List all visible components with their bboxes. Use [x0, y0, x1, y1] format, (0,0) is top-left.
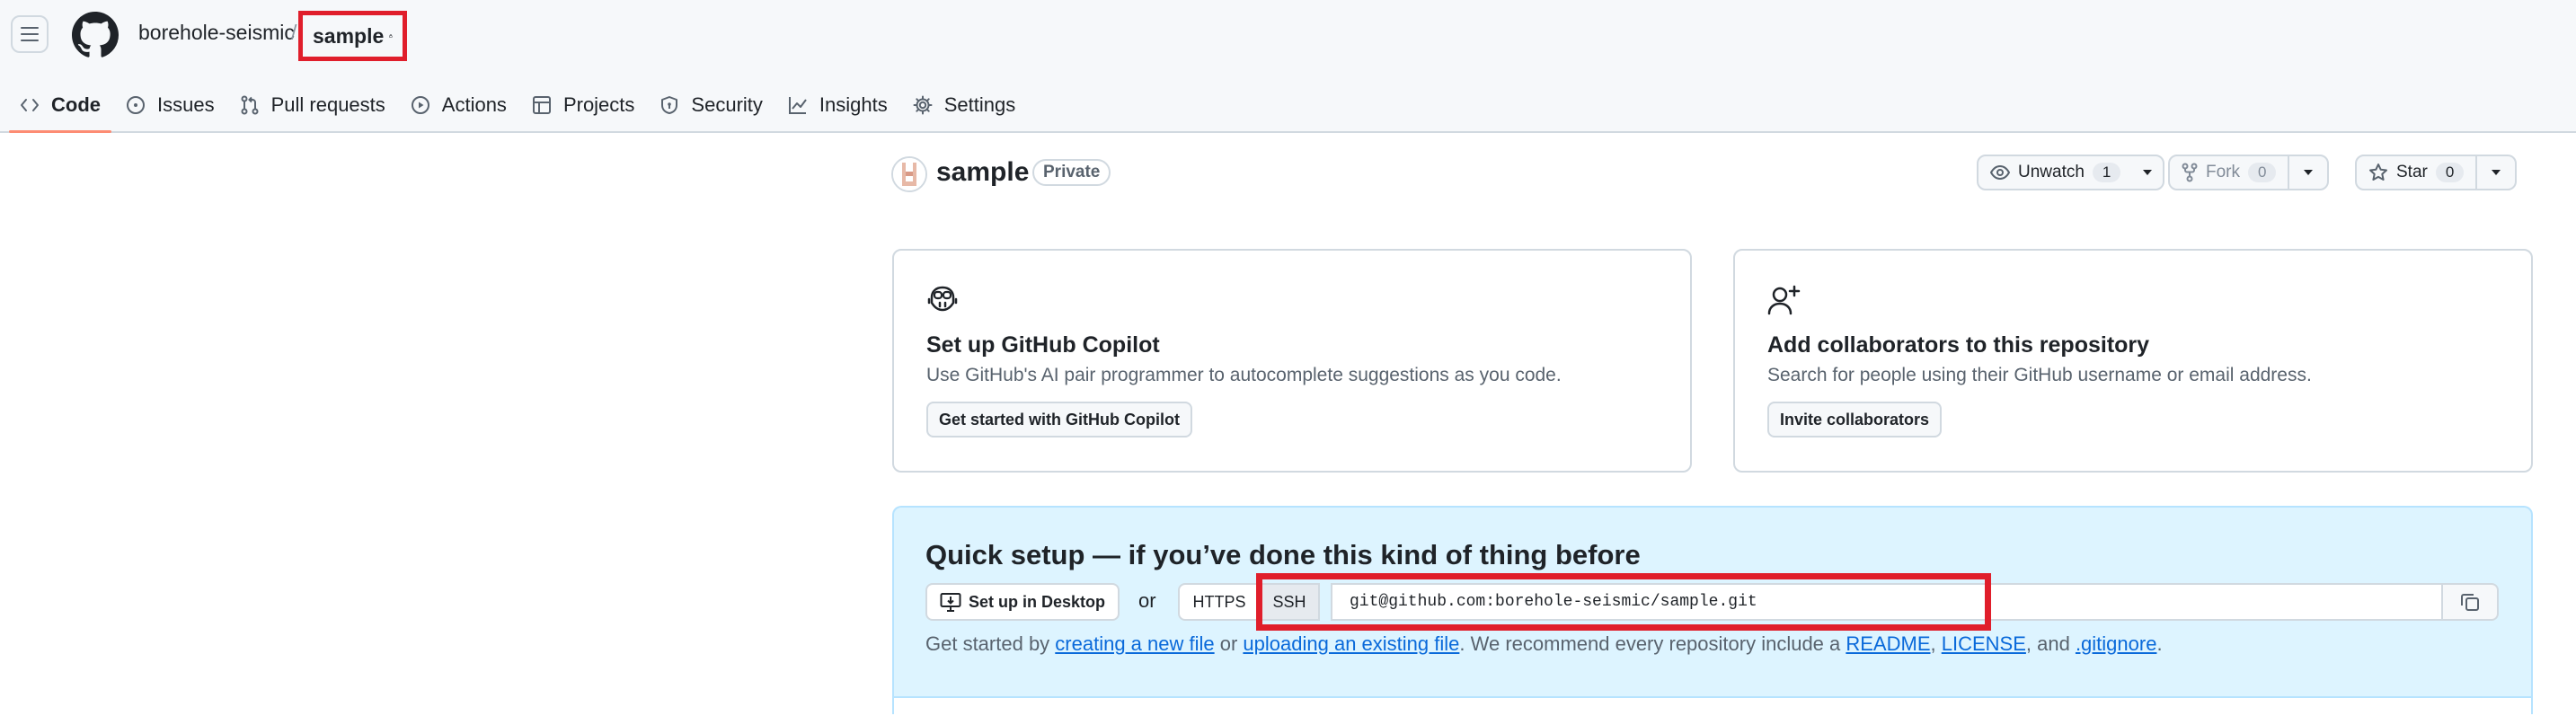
watch-count: 1 [2092, 163, 2121, 182]
play-icon [411, 96, 429, 114]
eye-icon [1990, 165, 2010, 180]
setup-in-desktop-label: Set up in Desktop [969, 592, 1106, 611]
star-dropdown-button[interactable] [2475, 156, 2515, 189]
fork-dropdown-button[interactable] [2288, 156, 2327, 189]
tab-insights-label: Insights [819, 93, 888, 116]
star-icon [2369, 164, 2387, 181]
visibility-badge: Private [1032, 159, 1111, 186]
breadcrumb-separator: / [291, 21, 297, 44]
github-logo-icon[interactable] [72, 12, 119, 58]
upload-existing-file-link[interactable]: uploading an existing file [1243, 632, 1459, 655]
fork-count: 0 [2248, 163, 2277, 182]
triangle-down-icon [2304, 170, 2314, 175]
tab-security[interactable]: Security [647, 79, 775, 131]
invite-collaborators-button[interactable]: Invite collaborators [1767, 402, 1943, 438]
setup-in-desktop-button[interactable]: Set up in Desktop [925, 583, 1120, 621]
watch-button-group: Unwatch 1 [1977, 155, 2165, 190]
create-new-file-link[interactable]: creating a new file [1055, 632, 1214, 655]
tab-insights[interactable]: Insights [775, 79, 900, 131]
quick-line-comma: , [1930, 632, 1942, 655]
menu-button[interactable] [11, 15, 49, 53]
tab-actions[interactable]: Actions [398, 79, 519, 131]
star-label: Star [2396, 163, 2428, 181]
tab-pull-requests[interactable]: Pull requests [227, 79, 398, 131]
collaborators-card-description: Search for people using their GitHub use… [1767, 365, 2312, 385]
triangle-down-icon [2143, 170, 2153, 175]
tab-projects[interactable]: Projects [519, 79, 647, 131]
tab-code[interactable]: Code [7, 79, 113, 133]
quick-setup-divider [894, 696, 2531, 716]
desktop-download-icon [940, 593, 961, 612]
quick-line-or: or [1214, 632, 1244, 655]
triangle-down-icon [2492, 170, 2501, 175]
collaborators-card-title: Add collaborators to this repository [1767, 332, 2150, 358]
license-link[interactable]: LICENSE [1942, 632, 2026, 655]
gitignore-link[interactable]: .gitignore [2076, 632, 2157, 655]
readme-link[interactable]: README [1846, 632, 1930, 655]
tab-issues[interactable]: Issues [113, 79, 227, 131]
quick-line-recommend: . We recommend every repository include … [1459, 632, 1846, 655]
watch-dropdown-button[interactable] [2132, 156, 2163, 189]
copilot-card: Set up GitHub Copilot Use GitHub's AI pa… [892, 249, 1692, 473]
or-text: or [1138, 589, 1156, 612]
tab-issues-label: Issues [157, 93, 215, 116]
person-add-icon [1767, 285, 1801, 315]
get-started-copilot-button[interactable]: Get started with GitHub Copilot [926, 402, 1192, 438]
quick-line-end: . [2156, 632, 2163, 655]
fork-label: Fork [2206, 163, 2240, 181]
gear-icon [913, 95, 933, 115]
tab-security-label: Security [691, 93, 763, 116]
quick-line-prefix: Get started by [925, 632, 1056, 655]
star-button[interactable]: Star 0 [2357, 156, 2475, 189]
tab-actions-label: Actions [441, 93, 507, 116]
git-pull-request-icon [241, 95, 259, 115]
clone-url-input[interactable] [1331, 583, 2443, 621]
repo-title[interactable]: sample [936, 157, 1029, 188]
repo-nav: Code Issues Pull requests Actions Projec… [7, 79, 1029, 133]
tab-settings-label: Settings [943, 93, 1016, 116]
unwatch-button[interactable]: Unwatch 1 [1978, 156, 2132, 189]
tab-code-label: Code [51, 93, 101, 116]
issue-opened-icon [127, 96, 145, 114]
copilot-card-title: Set up GitHub Copilot [926, 332, 1160, 358]
quick-setup-instructions: Get started by creating a new file or up… [925, 632, 2163, 656]
repo-forked-icon [2182, 163, 2198, 182]
fork-button[interactable]: Fork 0 [2170, 156, 2288, 189]
owner-link[interactable]: borehole-seismic [138, 21, 295, 45]
copilot-icon [926, 285, 959, 314]
repo-breadcrumb-label: sample [313, 23, 385, 48]
shield-icon [661, 96, 678, 114]
fork-button-group: Fork 0 [2168, 155, 2330, 190]
collaborators-card: Add collaborators to this repository Sea… [1733, 249, 2533, 473]
graph-icon [788, 97, 807, 114]
copy-icon [2461, 594, 2479, 611]
copilot-card-description: Use GitHub's AI pair programmer to autoc… [926, 365, 1562, 385]
quick-setup-title: Quick setup — if you’ve done this kind o… [925, 539, 1641, 570]
unwatch-label: Unwatch [2018, 163, 2085, 181]
star-count: 0 [2435, 163, 2465, 182]
hamburger-icon [21, 27, 39, 41]
https-toggle[interactable]: HTTPS [1178, 583, 1259, 621]
lock-icon [389, 34, 393, 38]
repo-breadcrumb[interactable]: sample [298, 11, 407, 61]
tab-settings[interactable]: Settings [900, 79, 1029, 131]
quick-line-and: , and [2025, 632, 2076, 655]
ssh-toggle[interactable]: SSH [1259, 583, 1320, 621]
avatar [891, 156, 927, 192]
star-button-group: Star 0 [2355, 155, 2518, 190]
copy-url-button[interactable] [2443, 583, 2499, 621]
tab-pull-requests-label: Pull requests [270, 93, 385, 116]
code-icon [21, 99, 39, 111]
table-icon [532, 96, 551, 114]
tab-projects-label: Projects [562, 93, 635, 116]
